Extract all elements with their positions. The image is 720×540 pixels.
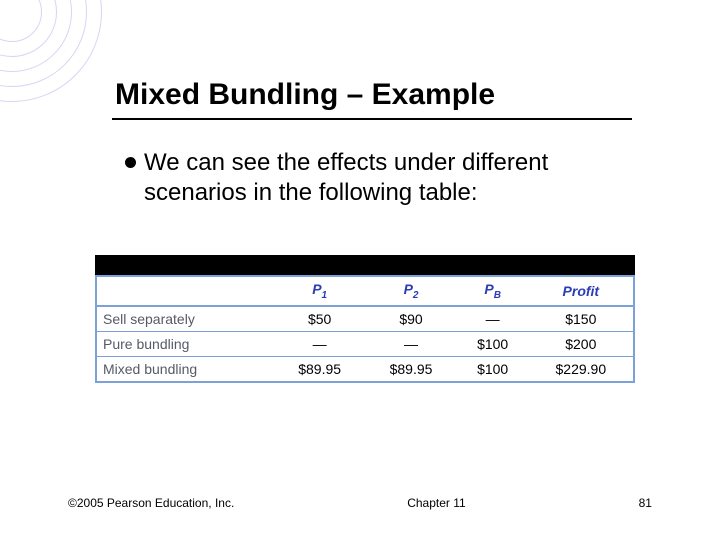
cell-pb: $100 (457, 331, 529, 356)
title-underline (112, 118, 632, 120)
cell-pb: $100 (457, 356, 529, 381)
cell-profit: $200 (529, 331, 633, 356)
table-row: Mixed bundling $89.95 $89.95 $100 $229.9… (97, 356, 633, 381)
table-header-row: P1 P2 PB Profit (97, 277, 633, 306)
col-header-p1: P1 (274, 277, 365, 306)
footer-copyright: ©2005 Pearson Education, Inc. (68, 496, 234, 510)
bullet-line-2: scenarios in the following table: (125, 178, 635, 208)
table-top-bar (95, 255, 635, 275)
body-text: We can see the effects under different s… (125, 148, 635, 208)
table-row: Sell separately $50 $90 — $150 (97, 306, 633, 332)
footer: ©2005 Pearson Education, Inc. Chapter 11… (68, 496, 652, 510)
row-label: Sell separately (97, 306, 274, 332)
footer-page: 81 (639, 496, 652, 510)
decorative-circles (0, 0, 102, 102)
cell-profit: $229.90 (529, 356, 633, 381)
slide-title: Mixed Bundling – Example (115, 78, 495, 112)
row-label: Pure bundling (97, 331, 274, 356)
cell-pb: — (457, 306, 529, 332)
cell-p1: — (274, 331, 365, 356)
table-row: Pure bundling — — $100 $200 (97, 331, 633, 356)
cell-p2: $89.95 (365, 356, 456, 381)
pricing-table: P1 P2 PB Profit Sell separately $50 $90 … (95, 255, 635, 383)
col-header-profit: Profit (529, 277, 633, 306)
cell-profit: $150 (529, 306, 633, 332)
slide: Mixed Bundling – Example We can see the … (0, 0, 720, 540)
cell-p1: $89.95 (274, 356, 365, 381)
bullet-line-1: We can see the effects under different (144, 148, 548, 178)
bullet-icon (125, 157, 136, 168)
col-header-p2: P2 (365, 277, 456, 306)
cell-p2: — (365, 331, 456, 356)
footer-chapter: Chapter 11 (407, 496, 465, 510)
cell-p2: $90 (365, 306, 456, 332)
cell-p1: $50 (274, 306, 365, 332)
col-header-empty (97, 277, 274, 306)
row-label: Mixed bundling (97, 356, 274, 381)
col-header-pb: PB (457, 277, 529, 306)
